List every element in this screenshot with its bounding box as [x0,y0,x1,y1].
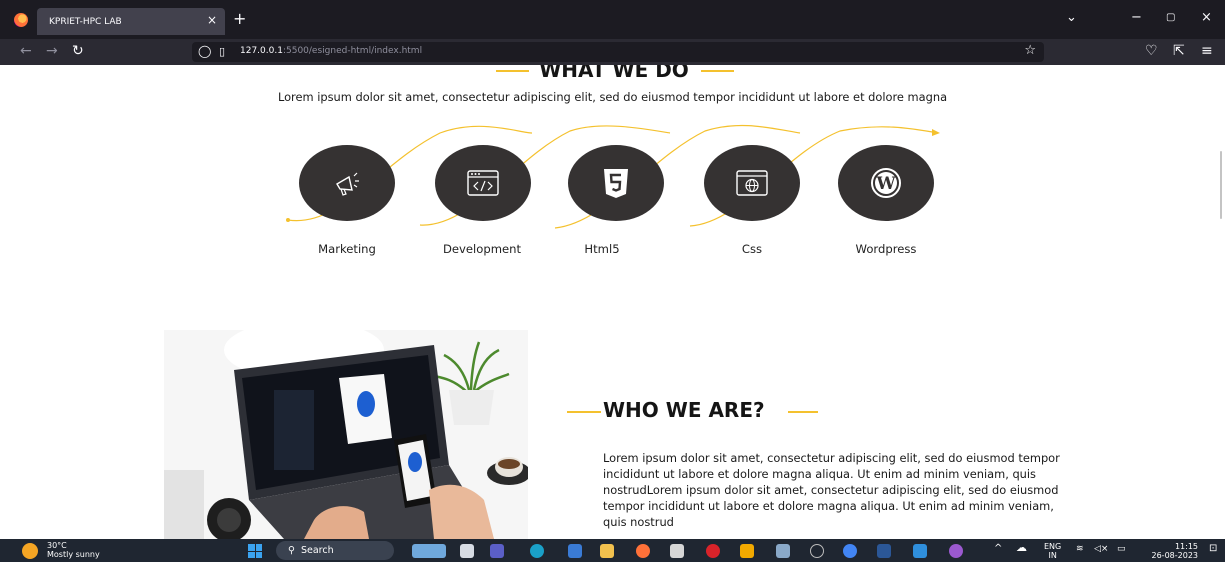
laptop-phone-photo [164,330,528,539]
weather-widget[interactable]: 30°C Mostly sunny [47,541,100,559]
lang-top: ENG [1044,542,1062,551]
what-we-do-heading: WHAT WE DO [539,65,689,82]
battery-icon[interactable]: ▭ [1117,545,1126,554]
svg-text:W: W [875,174,896,194]
language-indicator[interactable]: ENG IN [1044,542,1061,560]
service-css-circle[interactable] [704,145,800,221]
task-view-icon[interactable] [460,544,474,558]
tab-list-icon[interactable]: ⌄ [1066,10,1077,25]
store-icon[interactable] [568,544,582,558]
start-icon[interactable] [248,544,262,558]
clock[interactable]: 11:15 26-08-2023 [1140,542,1199,560]
new-tab-button[interactable]: + [233,9,246,28]
page-icon: ▯ [219,45,226,58]
weather-sun-icon[interactable] [22,543,38,559]
who-we-are-heading: WHO WE ARE? [603,398,765,422]
forward-icon[interactable]: → [46,43,58,59]
chrome-profile-icon[interactable] [949,544,963,558]
teams-icon[interactable] [490,544,504,558]
search-icon: ⚲ [288,545,295,556]
windows-taskbar: 30°C Mostly sunny ⚲ Search ^ ☁ ENG IN ≋ … [0,539,1225,562]
onedrive-icon[interactable]: ☁ [1016,542,1027,553]
heading-rule-right [701,70,734,72]
service-marketing-circle[interactable] [299,145,395,221]
tab-kpriet[interactable]: KPRIET-HPC LAB × [37,8,225,35]
who-heading-rule-right [788,411,818,413]
browser-nav-bar: ← → ↻ ◯ ▯ 127.0.0.1:5500/esigned-html/in… [0,39,1225,65]
html5-icon [604,169,628,198]
url-bar[interactable]: ◯ ▯ 127.0.0.1:5500/esigned-html/index.ht… [192,42,1044,62]
extensions-icon[interactable]: ⇱ [1173,43,1185,59]
minimize-button[interactable]: − [1131,10,1142,25]
megaphone-icon [336,172,359,196]
bookmark-star-icon[interactable]: ☆ [1024,43,1036,58]
clock-app-icon[interactable] [810,544,824,558]
who-we-are-body: Lorem ipsum dolor sit amet, consectetur … [603,451,1060,529]
close-window-button[interactable]: × [1201,10,1212,25]
reload-icon[interactable]: ↻ [72,43,84,59]
back-icon[interactable]: ← [20,43,32,59]
who-heading-rule-left [567,411,601,413]
edge-icon[interactable] [530,544,544,558]
globe-window-icon [736,170,768,196]
service-label-marketing: Marketing [318,242,376,256]
tray-chevron-icon[interactable]: ^ [994,544,1002,554]
wifi-icon[interactable]: ≋ [1076,545,1084,554]
powerbi-icon[interactable] [740,544,754,558]
service-label-wordpress: Wordpress [855,242,917,256]
notification-icon[interactable]: ⊡ [1209,544,1217,554]
opera-icon[interactable] [706,544,720,558]
volume-icon[interactable]: ◁× [1094,545,1108,554]
browser-tab-bar: KPRIET-HPC LAB × + ⌄ − ▢ × [0,0,1225,39]
service-label-css: Css [741,242,763,256]
vscode-icon[interactable] [913,544,927,558]
service-html5-circle[interactable] [568,145,664,221]
weather-temp: 30°C [47,541,67,550]
search-label: Search [300,545,334,556]
service-wordpress-circle[interactable]: W [838,145,934,221]
service-label-html5: Html5 [584,242,620,256]
file-explorer-icon[interactable] [600,544,614,558]
shield-icon[interactable]: ◯ [198,44,211,58]
url-text[interactable]: 127.0.0.1:5500/esigned-html/index.html [240,46,422,56]
what-we-do-intro: Lorem ipsum dolor sit amet, consectetur … [277,90,948,104]
chrome-icon[interactable] [843,544,857,558]
tab-title: KPRIET-HPC LAB [49,16,122,27]
lang-bottom: IN [1048,551,1057,560]
wordpress-icon: W [871,168,901,198]
clock-date: 26-08-2023 [1151,551,1199,560]
code-window-icon [467,170,499,196]
page-content: WHAT WE DO Lorem ipsum dolor sit amet, c… [0,65,1225,539]
taskbar-search[interactable]: ⚲ Search [276,541,394,560]
tab-close-icon[interactable]: × [207,13,217,27]
widgets-icon[interactable] [412,544,446,558]
firefox-taskbar-icon[interactable] [636,544,650,558]
clock-time: 11:15 [1174,542,1198,551]
firefox-icon [14,13,28,27]
page-scrollbar[interactable] [1220,151,1222,219]
word-icon[interactable] [877,544,891,558]
amazon-icon[interactable] [670,544,684,558]
calculator-icon[interactable] [776,544,790,558]
pocket-icon[interactable]: ♡ [1145,43,1158,59]
maximize-button[interactable]: ▢ [1166,12,1175,23]
weather-desc: Mostly sunny [47,550,100,559]
service-label-development: Development [442,242,522,256]
menu-icon[interactable]: ≡ [1201,43,1213,59]
service-development-circle[interactable] [435,145,531,221]
